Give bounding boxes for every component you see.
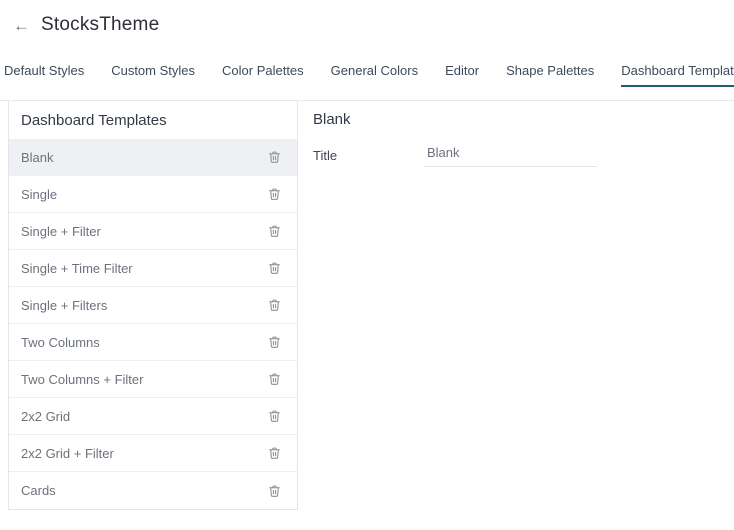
list-item-label: Two Columns + Filter: [21, 372, 143, 387]
tab-default-styles[interactable]: Default Styles: [4, 63, 84, 87]
list-item-cards[interactable]: Cards: [9, 472, 297, 509]
tab-color-palettes[interactable]: Color Palettes: [222, 63, 304, 87]
trash-icon: [268, 484, 281, 498]
list-item-label: 2x2 Grid + Filter: [21, 446, 114, 461]
trash-icon: [268, 150, 281, 164]
list-item-label: Cards: [21, 483, 56, 498]
list-item-2x2-grid[interactable]: 2x2 Grid: [9, 398, 297, 435]
trash-icon: [268, 261, 281, 275]
title-input[interactable]: [424, 143, 597, 167]
list-item-single-time-filter[interactable]: Single + Time Filter: [9, 250, 297, 287]
delete-button[interactable]: [268, 409, 281, 423]
list-item-blank[interactable]: Blank: [9, 139, 297, 176]
title-field-label: Title: [313, 148, 424, 163]
panel-title: Dashboard Templates: [9, 101, 297, 139]
trash-icon: [268, 298, 281, 312]
list-item-single-filters[interactable]: Single + Filters: [9, 287, 297, 324]
trash-icon: [268, 224, 281, 238]
back-arrow-icon[interactable]: ←: [13, 17, 30, 34]
detail-heading: Blank: [313, 111, 734, 128]
delete-button[interactable]: [268, 150, 281, 164]
delete-button[interactable]: [268, 484, 281, 498]
list-item-single[interactable]: Single: [9, 176, 297, 213]
trash-icon: [268, 372, 281, 386]
app-header: ← StocksTheme: [0, 0, 734, 40]
list-item-two-columns[interactable]: Two Columns: [9, 324, 297, 361]
list-item-single-filter[interactable]: Single + Filter: [9, 213, 297, 250]
list-item-label: Single + Filter: [21, 224, 101, 239]
title-field-row: Title: [313, 143, 734, 167]
trash-icon: [268, 409, 281, 423]
tab-editor[interactable]: Editor: [445, 63, 479, 87]
delete-button[interactable]: [268, 224, 281, 238]
trash-icon: [268, 187, 281, 201]
list-item-label: Two Columns: [21, 335, 100, 350]
list-item-two-columns-filter[interactable]: Two Columns + Filter: [9, 361, 297, 398]
list-item-label: Single + Filters: [21, 298, 107, 313]
list-item-label: Blank: [21, 150, 54, 165]
detail-panel: Blank Title: [298, 101, 734, 167]
list-item-label: Single: [21, 187, 57, 202]
tab-general-colors[interactable]: General Colors: [331, 63, 418, 87]
tab-custom-styles[interactable]: Custom Styles: [111, 63, 195, 87]
delete-button[interactable]: [268, 335, 281, 349]
tab-dashboard-templates[interactable]: Dashboard Templates: [621, 63, 734, 87]
list-item-label: 2x2 Grid: [21, 409, 70, 424]
list-item-2x2-grid-filter[interactable]: 2x2 Grid + Filter: [9, 435, 297, 472]
content-area: Dashboard Templates Blank Single Single …: [0, 100, 734, 510]
delete-button[interactable]: [268, 261, 281, 275]
tab-bar: Default Styles Custom Styles Color Palet…: [0, 63, 734, 87]
trash-icon: [268, 446, 281, 460]
trash-icon: [268, 335, 281, 349]
delete-button[interactable]: [268, 187, 281, 201]
list-item-label: Single + Time Filter: [21, 261, 133, 276]
delete-button[interactable]: [268, 446, 281, 460]
dashboard-templates-panel: Dashboard Templates Blank Single Single …: [8, 101, 298, 510]
delete-button[interactable]: [268, 372, 281, 386]
tab-shape-palettes[interactable]: Shape Palettes: [506, 63, 594, 87]
page-title: StocksTheme: [41, 14, 159, 36]
delete-button[interactable]: [268, 298, 281, 312]
